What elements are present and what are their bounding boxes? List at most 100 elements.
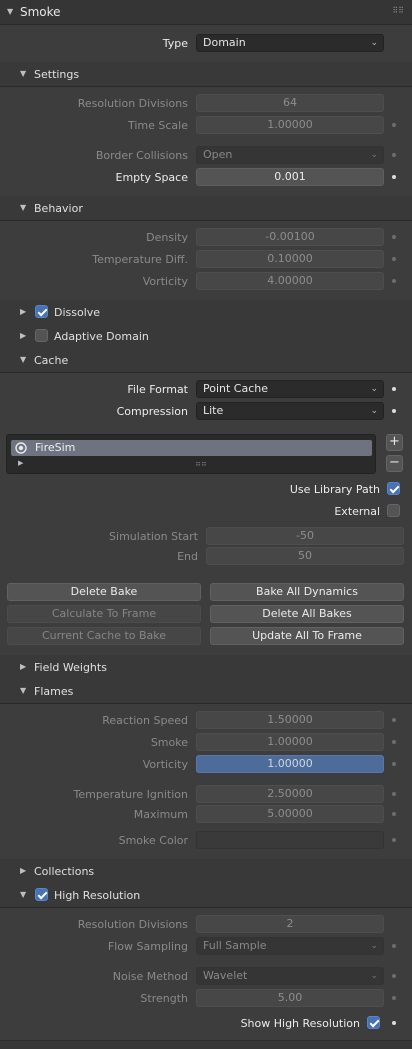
flow-sampling-label: Flow Sampling	[107, 940, 188, 953]
keyframe-dot-icon[interactable]	[392, 257, 396, 261]
cache-list[interactable]: FireSim ▶ ⠶⠶	[6, 434, 376, 474]
list-item[interactable]: FireSim	[11, 440, 372, 456]
adaptive-domain-checkbox[interactable]	[35, 329, 48, 342]
show-high-resolution-checkbox[interactable]	[367, 1016, 380, 1029]
type-label: Type	[162, 37, 188, 50]
adaptive-domain-subpanel-header[interactable]: ▶ Adaptive Domain	[0, 324, 412, 349]
keyframe-dot-icon[interactable]	[392, 996, 396, 1000]
noise-method-select[interactable]: Wavelet ⌄	[196, 967, 384, 985]
keyframe-dot-icon[interactable]	[392, 838, 396, 842]
vorticity-label: Vorticity	[142, 275, 188, 288]
flame-vorticity-field[interactable]: 1.00000	[196, 755, 384, 773]
strength-field[interactable]: 5.00	[196, 989, 384, 1007]
remove-cache-button[interactable]: −	[386, 455, 403, 472]
density-field[interactable]: -0.00100	[196, 228, 384, 246]
hr-resolution-divisions-field[interactable]: 2	[196, 915, 384, 933]
keyframe-dot-icon[interactable]	[392, 792, 396, 796]
compression-select[interactable]: Lite ⌄	[196, 402, 384, 420]
keyframe-dot-icon[interactable]	[392, 812, 396, 816]
end-field[interactable]: 50	[206, 547, 404, 565]
use-library-path-checkbox[interactable]	[387, 482, 400, 495]
keyframe-dot-icon[interactable]	[392, 944, 396, 948]
high-resolution-subpanel-header[interactable]: ▼ High Resolution	[0, 883, 412, 908]
keyframe-dot-icon[interactable]	[392, 387, 396, 391]
time-scale-field[interactable]: 1.00000	[196, 116, 384, 134]
flames-title: Flames	[34, 685, 74, 698]
empty-space-field[interactable]: 0.001	[196, 168, 384, 186]
maximum-label: Maximum	[133, 808, 188, 821]
smoke-panel-header[interactable]: ▼ Smoke ⠿⠿	[0, 0, 412, 25]
chevron-down-icon: ⌄	[370, 941, 378, 951]
radio-icon	[15, 442, 27, 454]
flame-smoke-label: Smoke	[150, 736, 188, 749]
external-label: External	[334, 505, 380, 518]
keyframe-dot-icon[interactable]	[392, 235, 396, 239]
drag-grip-icon[interactable]: ⠿⠿	[392, 6, 404, 15]
dissolve-checkbox[interactable]	[35, 305, 48, 318]
keyframe-dot-icon[interactable]	[392, 740, 396, 744]
collections-title: Collections	[34, 865, 95, 878]
end-label: End	[177, 550, 198, 563]
bake-all-dynamics-button[interactable]: Bake All Dynamics	[210, 583, 404, 601]
flames-subpanel-header[interactable]: ▼ Flames	[0, 679, 412, 704]
settings-subpanel-header[interactable]: ▼ Settings	[0, 62, 412, 87]
calculate-to-frame-button[interactable]: Calculate To Frame	[7, 605, 201, 623]
panel-title: Smoke	[20, 5, 61, 19]
density-label: Density	[146, 231, 188, 244]
resolution-divisions-field[interactable]: 64	[196, 94, 384, 112]
type-select-value: Domain	[203, 36, 246, 49]
keyframe-dot-icon[interactable]	[392, 279, 396, 283]
settings-title: Settings	[34, 68, 80, 81]
compression-value: Lite	[203, 404, 224, 417]
hr-resolution-divisions-label: Resolution Divisions	[77, 918, 188, 931]
collections-subpanel-header[interactable]: ▶ Collections	[0, 859, 412, 884]
reaction-speed-field[interactable]: 1.50000	[196, 711, 384, 729]
keyframe-dot-icon[interactable]	[392, 762, 396, 766]
border-collisions-select[interactable]: Open ⌄	[196, 146, 384, 164]
keyframe-dot-icon[interactable]	[392, 974, 396, 978]
temperature-ignition-field[interactable]: 2.50000	[196, 785, 384, 803]
expand-triangle-icon: ▼	[20, 890, 27, 899]
expand-triangle-icon: ▼	[20, 686, 27, 695]
simulation-start-field[interactable]: -50	[206, 527, 404, 545]
collapsed-triangle-icon: ▶	[20, 307, 27, 316]
list-options-triangle-icon[interactable]: ▶	[18, 459, 23, 467]
high-resolution-title: High Resolution	[54, 889, 141, 902]
maximum-field[interactable]: 5.00000	[196, 805, 384, 823]
chevron-down-icon: ⌄	[370, 384, 378, 394]
flame-smoke-field[interactable]: 1.00000	[196, 733, 384, 751]
field-weights-subpanel-header[interactable]: ▶ Field Weights	[0, 655, 412, 680]
file-format-select[interactable]: Point Cache ⌄	[196, 380, 384, 398]
vorticity-field[interactable]: 4.00000	[196, 272, 384, 290]
external-checkbox[interactable]	[387, 504, 400, 517]
flow-sampling-select[interactable]: Full Sample ⌄	[196, 937, 384, 955]
border-collisions-label: Border Collisions	[95, 149, 188, 162]
resolution-divisions-label: Resolution Divisions	[77, 97, 188, 110]
current-cache-to-bake-button[interactable]: Current Cache to Bake	[7, 627, 201, 645]
keyframe-dot-icon[interactable]	[392, 409, 396, 413]
smoke-color-swatch[interactable]	[196, 831, 384, 849]
delete-all-bakes-button[interactable]: Delete All Bakes	[210, 605, 404, 623]
high-resolution-checkbox[interactable]	[35, 888, 48, 901]
temperature-diff-label: Temperature Diff.	[92, 253, 188, 266]
expand-triangle-icon: ▼	[20, 355, 27, 364]
type-select[interactable]: Domain ⌄	[196, 34, 384, 52]
collapsed-triangle-icon: ▶	[20, 662, 27, 671]
keyframe-dot-icon[interactable]	[392, 1021, 396, 1025]
keyframe-dot-icon[interactable]	[392, 153, 396, 157]
dissolve-subpanel-header[interactable]: ▶ Dissolve	[0, 300, 412, 325]
compression-label: Compression	[116, 405, 188, 418]
behavior-subpanel-header[interactable]: ▼ Behavior	[0, 196, 412, 221]
delete-bake-button[interactable]: Delete Bake	[7, 583, 201, 601]
cache-subpanel-header[interactable]: ▼ Cache	[0, 348, 412, 373]
temperature-diff-field[interactable]: 0.10000	[196, 250, 384, 268]
strength-label: Strength	[140, 992, 188, 1005]
update-all-to-frame-button[interactable]: Update All To Frame	[210, 627, 404, 645]
list-resize-grip-icon[interactable]: ⠶⠶	[195, 459, 207, 468]
keyframe-dot-icon[interactable]	[392, 175, 396, 179]
keyframe-dot-icon[interactable]	[392, 718, 396, 722]
temperature-ignition-label: Temperature Ignition	[73, 788, 188, 801]
keyframe-dot-icon[interactable]	[392, 123, 396, 127]
smoke-color-label: Smoke Color	[118, 834, 188, 847]
add-cache-button[interactable]: +	[386, 434, 403, 451]
